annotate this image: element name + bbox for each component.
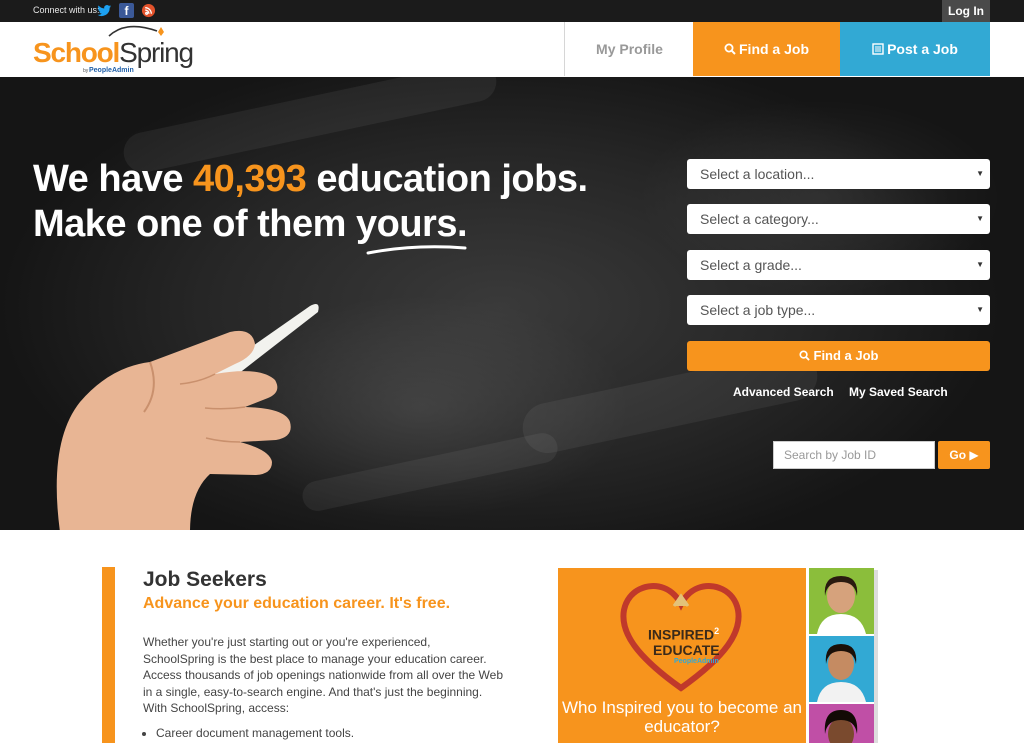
nav-post-a-job[interactable]: Post a Job xyxy=(840,22,990,76)
location-select[interactable]: Select a location... ▼ xyxy=(687,159,990,189)
inspired-to-educate-ad[interactable]: INSPIRED2 EDUCATE PeopleAdmin Who Inspir… xyxy=(558,568,806,743)
go-label: Go xyxy=(949,448,967,462)
search-icon xyxy=(724,43,736,55)
rss-icon[interactable] xyxy=(141,3,156,18)
job-seekers-section: Job Seekers Advance your education caree… xyxy=(0,530,1024,743)
list-item: Career document management tools. xyxy=(156,726,354,740)
grade-select-value: Select a grade... xyxy=(700,257,802,273)
grade-select[interactable]: Select a grade... ▼ xyxy=(687,250,990,280)
educator-photo xyxy=(809,704,874,743)
job-id-input[interactable] xyxy=(773,441,935,469)
accent-bar xyxy=(102,567,115,743)
location-select-value: Select a location... xyxy=(700,166,815,182)
job-type-select[interactable]: Select a job type... ▼ xyxy=(687,295,990,325)
schoolspring-logo[interactable]: SchoolSpring by PeopleAdmin xyxy=(31,22,201,76)
ad-shadow xyxy=(874,570,878,743)
my-saved-search-link[interactable]: My Saved Search xyxy=(849,385,948,399)
svg-text:by: by xyxy=(83,68,89,74)
find-a-job-button[interactable]: Find a Job xyxy=(687,341,990,371)
chevron-down-icon: ▼ xyxy=(976,214,984,223)
twitter-icon[interactable] xyxy=(97,3,112,18)
hero-line-1-a: We have xyxy=(33,158,194,200)
go-button[interactable]: Go ▶ xyxy=(938,441,990,469)
top-bar: Connect with us: f Log In xyxy=(0,0,1024,22)
svg-text:PeopleAdmin: PeopleAdmin xyxy=(89,67,134,74)
educator-photo xyxy=(809,636,874,702)
hand-with-chalk-image xyxy=(56,304,319,530)
educator-photo xyxy=(809,568,874,634)
nav-my-profile[interactable]: My Profile xyxy=(564,22,694,76)
chalk-underline xyxy=(366,245,467,255)
nav-find-label: Find a Job xyxy=(739,41,809,57)
category-select-value: Select a category... xyxy=(700,211,819,227)
ad-text: Who Inspired you to become an educator? xyxy=(561,698,803,736)
play-icon: ▶ xyxy=(969,448,979,462)
find-a-job-label: Find a Job xyxy=(813,348,879,363)
ad-logo-line-1: INSPIRED2 xyxy=(648,626,719,643)
connect-label: Connect with us: xyxy=(33,5,100,15)
hero-chalkboard: We have 40,393 education jobs. Make one … xyxy=(0,77,1024,530)
ad-logo-sup: 2 xyxy=(714,626,720,636)
feature-list: Career document management tools. xyxy=(156,726,354,740)
nav-post-label: Post a Job xyxy=(887,41,958,57)
advanced-search-link[interactable]: Advanced Search xyxy=(733,385,834,399)
ad-logo-line-2: EDUCATE xyxy=(653,642,720,658)
facebook-icon[interactable]: f xyxy=(119,3,134,18)
job-seekers-title: Job Seekers xyxy=(143,568,267,591)
list-icon xyxy=(872,43,884,55)
ad-logo-partner: PeopleAdmin xyxy=(674,658,719,665)
login-button[interactable]: Log In xyxy=(942,0,990,22)
hero-line-1: We have 40,393 education jobs. xyxy=(33,157,588,202)
header: SchoolSpring by PeopleAdmin My Profile F… xyxy=(0,22,1024,77)
hero-line-2: Make one of them yours. xyxy=(33,203,468,245)
svg-text:SchoolSpring: SchoolSpring xyxy=(33,37,193,68)
nav-find-a-job[interactable]: Find a Job xyxy=(693,22,840,76)
page: Connect with us: f Log In SchoolSpring b… xyxy=(0,0,1024,743)
hero-headline: We have 40,393 education jobs. Make one … xyxy=(33,157,588,247)
chevron-down-icon: ▼ xyxy=(976,169,984,178)
chevron-down-icon: ▼ xyxy=(976,305,984,314)
hero-line-1-b: education jobs. xyxy=(306,158,588,200)
chevron-down-icon: ▼ xyxy=(976,260,984,269)
category-select[interactable]: Select a category... ▼ xyxy=(687,204,990,234)
job-type-select-value: Select a job type... xyxy=(700,302,816,318)
job-seekers-subtitle: Advance your education career. It's free… xyxy=(143,595,451,612)
job-count: 40,393 xyxy=(193,158,307,200)
search-icon xyxy=(798,350,810,361)
job-seekers-body: Whether you're just starting out or you'… xyxy=(143,635,503,715)
ad-logo-word: INSPIRED xyxy=(648,626,715,643)
